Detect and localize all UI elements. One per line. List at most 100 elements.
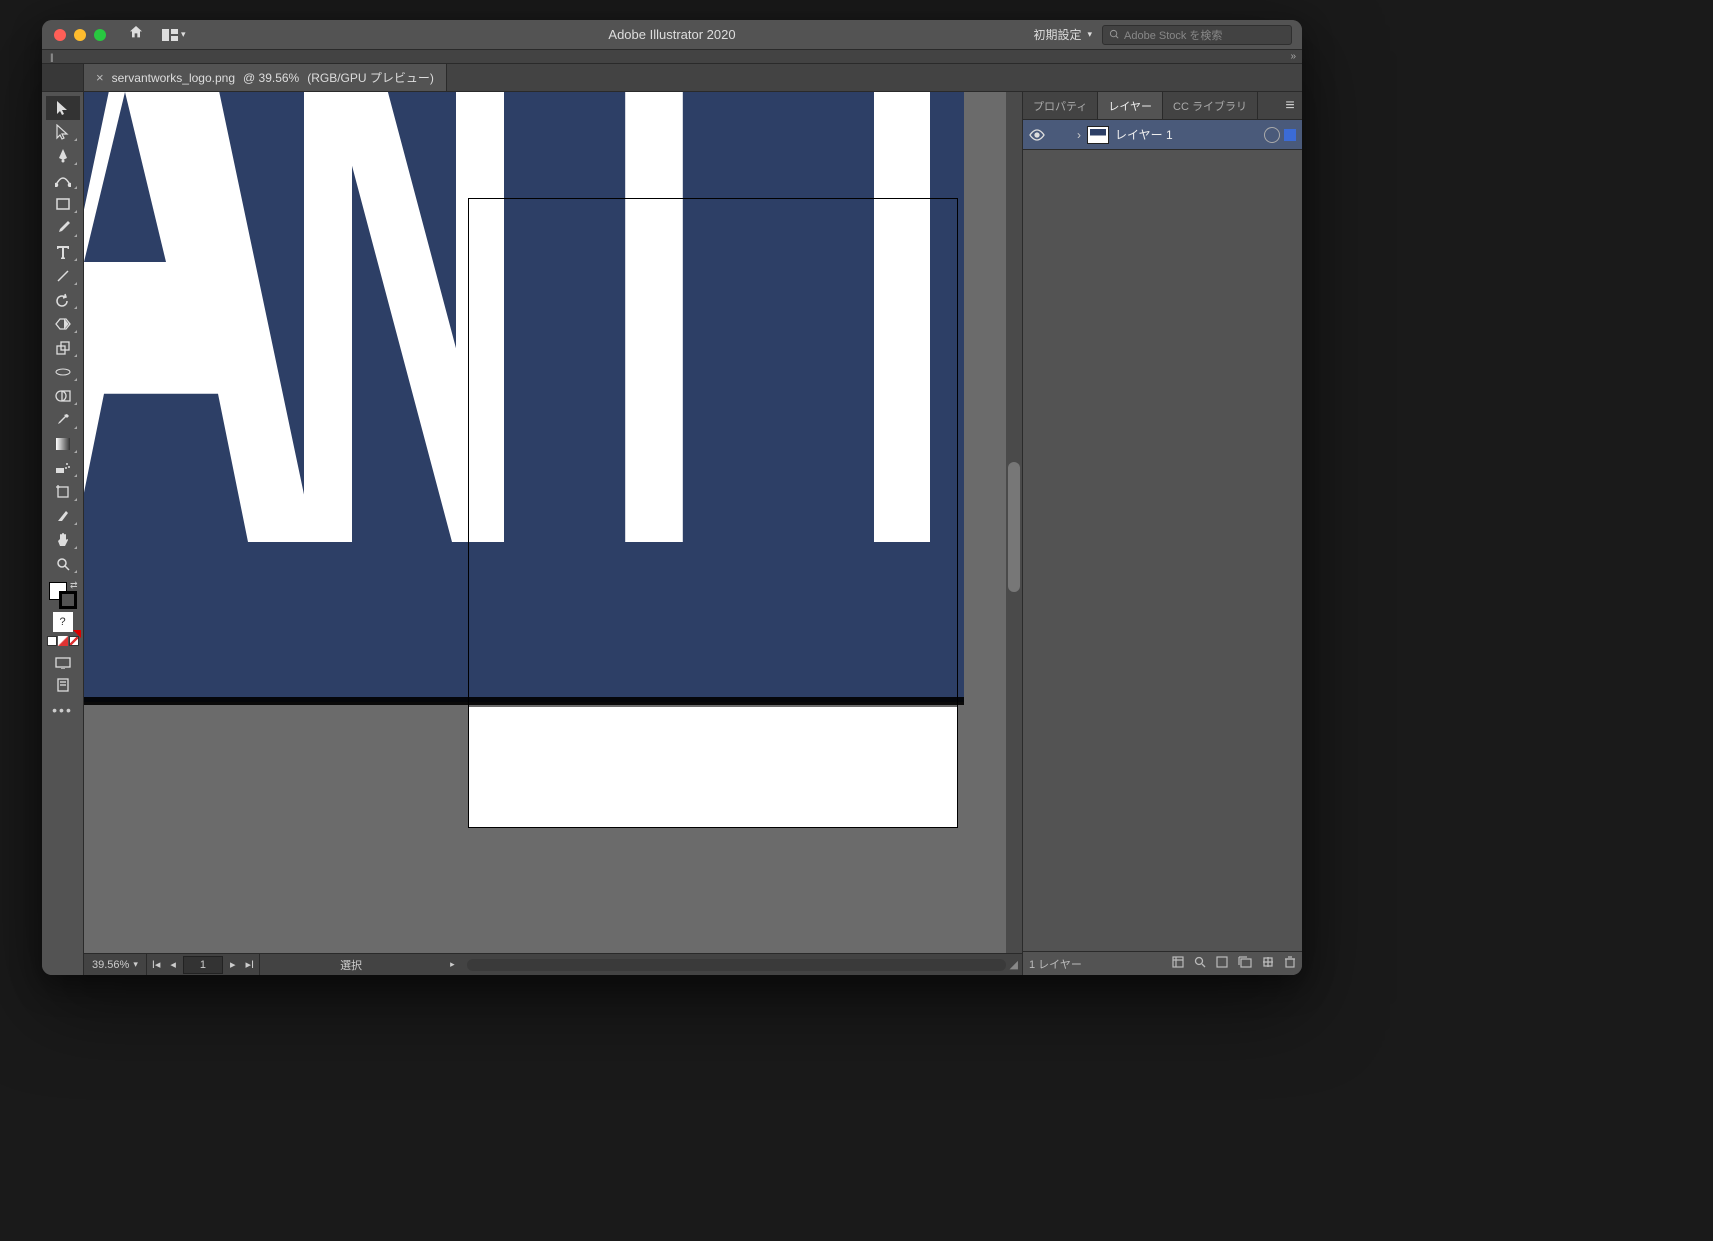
panel-grip-icon[interactable]: ||||| bbox=[50, 52, 52, 62]
artboard-tool[interactable] bbox=[46, 480, 80, 504]
control-strip: ||||| » bbox=[42, 50, 1302, 64]
resize-grip-icon[interactable]: ◢ bbox=[1010, 958, 1018, 971]
toolbar: ⇄ ? ••• bbox=[42, 92, 84, 975]
search-placeholder: Adobe Stock を検索 bbox=[1124, 27, 1222, 43]
swap-fill-stroke-icon[interactable]: ⇄ bbox=[70, 580, 78, 591]
paintbrush-tool[interactable] bbox=[46, 216, 80, 240]
main-area: ⇄ ? ••• bbox=[42, 92, 1302, 975]
type-tool[interactable] bbox=[46, 240, 80, 264]
shape-builder-tool[interactable] bbox=[46, 384, 80, 408]
hand-tool[interactable] bbox=[46, 528, 80, 552]
panel-menu-icon[interactable]: ≡ bbox=[1278, 92, 1302, 119]
next-artboard-button[interactable]: ▸ bbox=[225, 958, 241, 971]
selection-tool[interactable] bbox=[46, 96, 80, 120]
gradient-tool[interactable] bbox=[46, 432, 80, 456]
line-segment-tool[interactable] bbox=[46, 264, 80, 288]
home-icon[interactable] bbox=[128, 24, 144, 45]
scrollbar-thumb[interactable] bbox=[1008, 462, 1020, 592]
image-edge-shadow bbox=[84, 697, 964, 705]
draw-behind-icon[interactable] bbox=[58, 636, 68, 646]
chevron-down-icon: ▾ bbox=[181, 29, 186, 40]
canvas[interactable] bbox=[84, 92, 1022, 953]
expand-panels-icon[interactable]: » bbox=[1290, 51, 1296, 62]
last-artboard-button[interactable]: ▸I bbox=[240, 958, 259, 971]
clip-mask-icon[interactable] bbox=[1216, 956, 1228, 971]
document-tab[interactable]: × servantworks_logo.png @ 39.56% (RGB/GP… bbox=[84, 64, 447, 91]
find-layer-icon[interactable] bbox=[1194, 956, 1206, 971]
tab-cc-libraries[interactable]: CC ライブラリ bbox=[1163, 92, 1258, 119]
tab-zoom: @ 39.56% bbox=[243, 71, 299, 85]
new-sublayer-icon[interactable] bbox=[1238, 956, 1252, 971]
draw-inside-icon[interactable] bbox=[69, 636, 79, 646]
scale-tool[interactable] bbox=[46, 336, 80, 360]
stock-search-input[interactable]: Adobe Stock を検索 bbox=[1102, 25, 1292, 45]
status-bar: 39.56% ▾ I◂ ◂ 1 ▸ ▸I 選択 ▸ ◢ bbox=[84, 953, 1022, 975]
locate-object-icon[interactable] bbox=[1172, 956, 1184, 971]
color-none-indicator[interactable]: ? bbox=[53, 612, 73, 632]
zoom-value: 39.56% bbox=[92, 959, 129, 971]
status-menu-icon[interactable]: ▸ bbox=[442, 959, 463, 970]
rotate-tool[interactable] bbox=[46, 288, 80, 312]
pen-tool[interactable] bbox=[46, 144, 80, 168]
toolbar-more-icon[interactable]: ••• bbox=[52, 702, 73, 718]
close-tab-icon[interactable]: × bbox=[96, 70, 104, 85]
placed-image[interactable] bbox=[84, 92, 964, 702]
app-window: ▾ Adobe Illustrator 2020 初期設定 ▾ Adobe St… bbox=[42, 20, 1302, 975]
layer-color-chip[interactable] bbox=[1284, 129, 1296, 141]
first-artboard-button[interactable]: I◂ bbox=[147, 958, 166, 971]
prev-artboard-button[interactable]: ◂ bbox=[165, 958, 181, 971]
stroke-swatch[interactable] bbox=[59, 591, 77, 609]
workspace-label: 初期設定 bbox=[1033, 26, 1081, 43]
slice-tool[interactable] bbox=[46, 504, 80, 528]
image-content bbox=[84, 92, 964, 702]
layers-panel-footer: 1 レイヤー bbox=[1023, 951, 1302, 975]
zoom-level-dropdown[interactable]: 39.56% ▾ bbox=[84, 954, 147, 975]
zoom-window-button[interactable] bbox=[94, 29, 106, 41]
layer-row[interactable]: › レイヤー 1 bbox=[1023, 120, 1302, 150]
delete-layer-icon[interactable] bbox=[1284, 956, 1296, 971]
rectangle-tool[interactable] bbox=[46, 192, 80, 216]
workspace-switcher[interactable]: 初期設定 ▾ bbox=[1033, 26, 1092, 43]
layer-count: 1 レイヤー bbox=[1029, 956, 1082, 972]
artboard-number-field[interactable]: 1 bbox=[183, 956, 223, 974]
tab-mode: (RGB/GPU プレビュー) bbox=[307, 69, 434, 86]
arrange-documents-icon[interactable]: ▾ bbox=[162, 29, 186, 41]
artboard-navigator: I◂ ◂ 1 ▸ ▸I bbox=[147, 954, 260, 975]
selection-status: 選択 bbox=[260, 957, 442, 973]
width-tool[interactable] bbox=[46, 360, 80, 384]
eyedropper-tool[interactable] bbox=[46, 408, 80, 432]
zoom-tool[interactable] bbox=[46, 552, 80, 576]
layer-name[interactable]: レイヤー 1 bbox=[1115, 126, 1173, 143]
right-panel: プロパティ レイヤー CC ライブラリ ≡ › レイヤー 1 1 レイヤー bbox=[1022, 92, 1302, 975]
tab-layers[interactable]: レイヤー bbox=[1098, 92, 1163, 119]
document-tab-row: × servantworks_logo.png @ 39.56% (RGB/GP… bbox=[42, 64, 1302, 92]
artboard-background bbox=[469, 707, 957, 827]
expand-layer-icon[interactable]: › bbox=[1071, 128, 1087, 142]
screen-mode-icon[interactable] bbox=[46, 652, 80, 674]
layer-thumbnail bbox=[1087, 126, 1109, 144]
visibility-toggle-icon[interactable] bbox=[1023, 129, 1051, 141]
chevron-down-icon: ▾ bbox=[133, 959, 138, 970]
tab-filename: servantworks_logo.png bbox=[112, 71, 235, 85]
drawing-modes bbox=[46, 636, 80, 652]
horizontal-scrollbar[interactable] bbox=[467, 959, 1006, 971]
minimize-window-button[interactable] bbox=[74, 29, 86, 41]
tab-properties[interactable]: プロパティ bbox=[1023, 92, 1098, 119]
draw-normal-icon[interactable] bbox=[47, 636, 57, 646]
curvature-tool[interactable] bbox=[46, 168, 80, 192]
canvas-area: 39.56% ▾ I◂ ◂ 1 ▸ ▸I 選択 ▸ ◢ bbox=[84, 92, 1022, 975]
chevron-down-icon: ▾ bbox=[1087, 29, 1092, 40]
target-icon[interactable] bbox=[1264, 127, 1280, 143]
close-window-button[interactable] bbox=[54, 29, 66, 41]
direct-selection-tool[interactable] bbox=[46, 120, 80, 144]
layers-empty-area bbox=[1023, 150, 1302, 951]
titlebar: ▾ Adobe Illustrator 2020 初期設定 ▾ Adobe St… bbox=[42, 20, 1302, 50]
symbol-sprayer-tool[interactable] bbox=[46, 456, 80, 480]
panel-tab-row: プロパティ レイヤー CC ライブラリ ≡ bbox=[1023, 92, 1302, 120]
eraser-tool[interactable] bbox=[46, 312, 80, 336]
toolbar-header bbox=[42, 64, 84, 91]
vertical-scrollbar[interactable] bbox=[1006, 92, 1022, 953]
edit-toolbar-icon[interactable] bbox=[46, 674, 80, 696]
fill-stroke-control[interactable]: ⇄ bbox=[46, 580, 80, 610]
new-layer-icon[interactable] bbox=[1262, 956, 1274, 971]
